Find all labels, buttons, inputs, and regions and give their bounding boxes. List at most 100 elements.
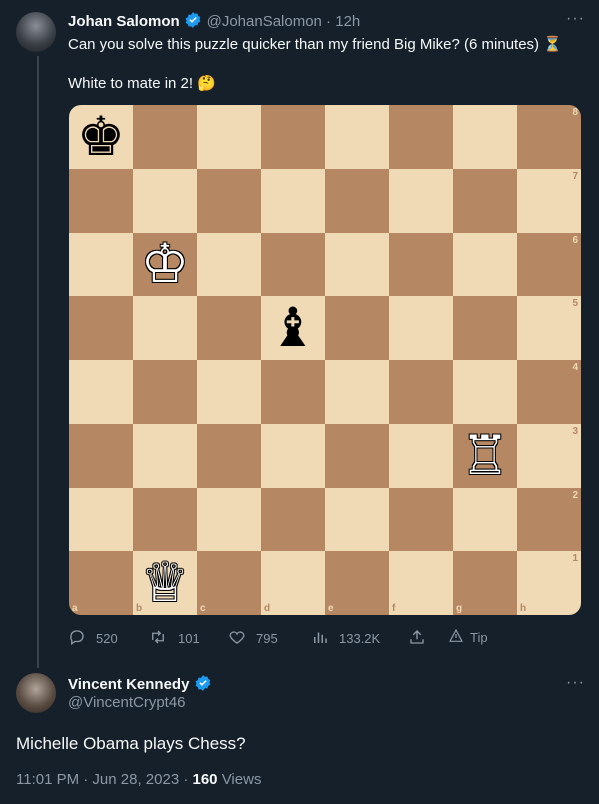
rank-label: 3 bbox=[572, 425, 578, 437]
square-h7: 7 bbox=[517, 168, 581, 233]
reply-icon bbox=[68, 628, 96, 649]
square-e4 bbox=[325, 360, 389, 424]
square-b8 bbox=[133, 105, 197, 169]
square-c7 bbox=[197, 168, 261, 233]
handle-and-time[interactable]: @JohanSalomon · 12h bbox=[207, 13, 361, 30]
rank-label: 7 bbox=[572, 170, 578, 182]
more-options-icon[interactable]: ··· bbox=[566, 674, 585, 692]
verified-badge-icon bbox=[184, 11, 202, 34]
reply-views-label: Views bbox=[217, 771, 262, 788]
tip-label: Tip bbox=[470, 630, 488, 645]
tweet-actions: 520 101 795 133.2K Tip bbox=[68, 628, 508, 650]
file-label: d bbox=[264, 603, 271, 614]
rank-label: 2 bbox=[572, 489, 578, 501]
tweet-header: Johan Salomon @JohanSalomon · 12h bbox=[68, 11, 360, 34]
square-h2: 2 bbox=[517, 487, 581, 552]
like-count: 795 bbox=[256, 631, 278, 646]
black-king-icon: ♚ bbox=[76, 105, 126, 168]
square-h6: 6 bbox=[517, 232, 581, 297]
white-king-icon: ♔ bbox=[140, 232, 190, 296]
rank-label: 4 bbox=[572, 362, 578, 373]
square-g6 bbox=[453, 232, 517, 297]
views-button[interactable]: 133.2K bbox=[311, 628, 380, 649]
author-name[interactable]: Johan Salomon bbox=[68, 13, 180, 30]
reply-author-name[interactable]: Vincent Kennedy bbox=[68, 676, 189, 693]
white-rook-icon: ♖ bbox=[460, 423, 510, 487]
reply-button[interactable]: 520 bbox=[68, 628, 118, 649]
square-a3 bbox=[69, 423, 133, 488]
square-b7 bbox=[133, 168, 197, 233]
retweet-button[interactable]: 101 bbox=[148, 628, 200, 649]
square-d2 bbox=[261, 487, 325, 552]
square-h4: 4 bbox=[517, 360, 581, 424]
square-e6 bbox=[325, 232, 389, 297]
square-g5 bbox=[453, 296, 517, 360]
square-g2 bbox=[453, 487, 517, 552]
square-a6 bbox=[69, 232, 133, 297]
rank-label: 5 bbox=[572, 298, 578, 310]
reply-timestamp[interactable]: 11:01 PM · Jun 28, 2023 · bbox=[16, 771, 193, 788]
square-a1: a bbox=[69, 551, 133, 615]
retweet-count: 101 bbox=[178, 631, 200, 646]
square-b1: b ♕ bbox=[133, 551, 197, 615]
square-e8 bbox=[325, 105, 389, 169]
square-f1: f bbox=[389, 551, 453, 615]
reply-views-count: 160 bbox=[192, 771, 218, 788]
white-queen-icon: ♕ bbox=[140, 551, 190, 615]
square-c8 bbox=[197, 105, 261, 169]
tweet-text-line2: White to mate in 2! 🤔 bbox=[68, 75, 216, 92]
square-e2 bbox=[325, 487, 389, 552]
square-e5 bbox=[325, 296, 389, 360]
square-e3 bbox=[325, 423, 389, 488]
square-h5: 5 bbox=[517, 296, 581, 360]
square-h3: 3 bbox=[517, 423, 581, 488]
square-a5 bbox=[69, 296, 133, 360]
square-g3: ♖ bbox=[453, 423, 517, 488]
square-b5 bbox=[133, 296, 197, 360]
retweet-icon bbox=[148, 628, 178, 649]
square-d7 bbox=[261, 168, 325, 233]
rank-label: 8 bbox=[572, 107, 578, 118]
square-g8 bbox=[453, 105, 517, 169]
square-d5: ♝ bbox=[261, 296, 325, 360]
tip-button[interactable]: Tip bbox=[448, 628, 488, 647]
square-d1: d bbox=[261, 551, 325, 615]
square-c1: c bbox=[197, 551, 261, 615]
square-d4 bbox=[261, 360, 325, 424]
square-h8: 8 bbox=[517, 105, 581, 169]
square-b6: ♔ bbox=[133, 232, 197, 297]
square-f7 bbox=[389, 168, 453, 233]
square-g7 bbox=[453, 168, 517, 233]
square-c4 bbox=[197, 360, 261, 424]
avatar[interactable] bbox=[16, 12, 56, 52]
verified-badge-icon bbox=[194, 674, 212, 697]
square-h1: 1h bbox=[517, 551, 581, 615]
square-a7 bbox=[69, 168, 133, 233]
square-b3 bbox=[133, 423, 197, 488]
file-label: c bbox=[200, 603, 206, 614]
share-button[interactable] bbox=[408, 628, 436, 649]
heart-icon bbox=[228, 628, 256, 649]
more-options-icon[interactable]: ··· bbox=[566, 10, 585, 28]
file-label: b bbox=[136, 603, 143, 614]
reply-avatar[interactable] bbox=[16, 673, 56, 713]
square-f6 bbox=[389, 232, 453, 297]
square-a4 bbox=[69, 360, 133, 424]
rank-label: 6 bbox=[572, 234, 578, 246]
square-d6 bbox=[261, 232, 325, 297]
square-a8: ♚ bbox=[69, 105, 133, 169]
square-f4 bbox=[389, 360, 453, 424]
reply-meta: 11:01 PM · Jun 28, 2023 · 160 Views bbox=[16, 771, 261, 788]
like-button[interactable]: 795 bbox=[228, 628, 278, 649]
square-c5 bbox=[197, 296, 261, 360]
square-g1: g bbox=[453, 551, 517, 615]
reply-handle[interactable]: @VincentCrypt46 bbox=[68, 694, 186, 711]
views-count: 133.2K bbox=[339, 631, 381, 646]
file-label: f bbox=[392, 603, 396, 614]
square-d3 bbox=[261, 423, 325, 488]
square-f8 bbox=[389, 105, 453, 169]
chessboard-image[interactable]: ♚ 8 7 ♔ 6 ♝ 5 4 ♖ 3 2 a b ♕ c d e f g 1 h bbox=[69, 105, 581, 615]
rank-label: 1 bbox=[572, 553, 578, 565]
square-c2 bbox=[197, 487, 261, 552]
square-f5 bbox=[389, 296, 453, 360]
